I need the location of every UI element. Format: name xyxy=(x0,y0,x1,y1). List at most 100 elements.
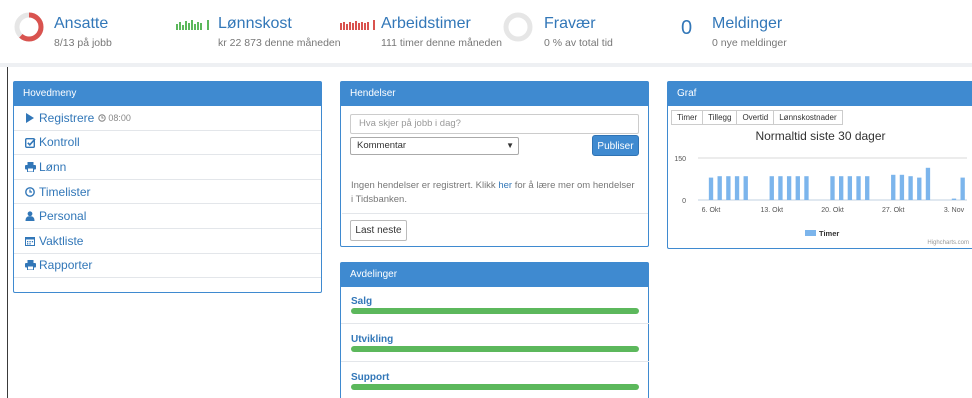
stat-arbeidstimer-title: Arbeidstimer xyxy=(381,15,471,32)
menu-item-registrere[interactable]: Registrere 08:00 xyxy=(14,106,321,131)
chart-bar xyxy=(795,176,800,200)
tab-timer[interactable]: Timer xyxy=(671,110,704,125)
legend-swatch xyxy=(805,230,816,236)
menu-item-timelister[interactable]: Timelister xyxy=(14,180,321,205)
department-row-utvikling[interactable]: Utvikling xyxy=(341,325,649,362)
events-empty-message: Ingen hendelser er registrert. Klikk her… xyxy=(351,179,636,207)
stat-fravaer-sub: 0 % av total tid xyxy=(544,37,613,49)
chart-bar xyxy=(743,176,748,200)
chart-bar xyxy=(708,177,714,200)
hours-bar-chart: 150 0 6. Okt 13. Okt 20. Okt 27. Okt 3. Nov Tim… xyxy=(674,156,967,238)
graph-header: Graf xyxy=(668,82,972,106)
publish-button[interactable]: Publiser xyxy=(592,135,639,156)
page-left-border xyxy=(7,67,8,398)
menu-item-kontroll[interactable]: Kontroll xyxy=(14,131,321,156)
x-tick-label: 20. Okt xyxy=(821,207,844,214)
menu-item-personal[interactable]: Personal xyxy=(14,204,321,229)
department-progress-bar xyxy=(351,308,639,314)
stat-fravaer-title: Fravær xyxy=(544,15,596,32)
stat-ansatte[interactable]: Ansatte 8/13 på jobb xyxy=(14,12,174,52)
graph-tabs: Timer Tillegg Overtid Lønnskostnader xyxy=(671,110,843,125)
chart-bar xyxy=(891,174,896,200)
meldinger-count: 0 xyxy=(681,17,693,39)
menu-item-lonn[interactable]: Lønn xyxy=(14,155,321,180)
chart-bar xyxy=(908,176,913,200)
chart-bar xyxy=(717,176,722,200)
chart-bar xyxy=(769,176,774,200)
chart-bar xyxy=(830,176,835,200)
stat-fravaer[interactable]: Fravær 0 % av total tid xyxy=(503,12,653,52)
department-name: Salg xyxy=(351,296,373,307)
chart-bar xyxy=(839,176,844,200)
events-info-before: Ingen hendelser er registrert. Klikk xyxy=(351,180,496,191)
departments-panel: Avdelinger Salg Utvikling Support xyxy=(340,262,649,398)
stat-meldinger-title: Meldinger xyxy=(712,15,783,32)
x-tick-label: 3. Nov xyxy=(944,207,965,214)
stat-ansatte-title: Ansatte xyxy=(54,15,109,32)
lonnskost-bars-icon xyxy=(176,20,209,30)
chart-title: Normaltid siste 30 dager xyxy=(755,129,886,143)
stat-lonnskost[interactable]: Lønnskost kr 22 873 denne måneden xyxy=(176,12,341,52)
stat-meldinger[interactable]: 0 Meldinger 0 nye meldinger xyxy=(681,12,811,52)
department-row-support[interactable]: Support xyxy=(341,363,649,398)
arbeidstimer-bars-icon xyxy=(340,20,375,30)
main-menu-panel: Hovedmeny Registrere 08:00 Kontroll Lønn… xyxy=(13,81,322,293)
events-separator xyxy=(342,213,648,214)
registrere-time-text: 08:00 xyxy=(108,112,131,123)
chart-bar xyxy=(726,176,731,200)
tab-lonnskostnader[interactable]: Lønnskostnader xyxy=(774,110,843,125)
graph-panel: Graf Timer Tillegg Overtid Lønnskostnade… xyxy=(667,81,972,249)
event-type-select[interactable]: Kommentar ▼ xyxy=(350,137,519,155)
print-icon xyxy=(23,260,37,271)
clock-icon xyxy=(98,114,107,122)
menu-item-label: Registrere xyxy=(39,110,95,125)
menu-item-label: Kontroll xyxy=(39,135,80,150)
department-progress-bar xyxy=(351,384,639,390)
main-menu-header: Hovedmeny xyxy=(14,82,321,106)
menu-item-label: Personal xyxy=(39,209,87,224)
stat-lonnskost-title: Lønnskost xyxy=(218,15,292,32)
menu-item-label: Timelister xyxy=(39,184,91,199)
y-tick-label: 150 xyxy=(674,156,686,163)
department-row-salg[interactable]: Salg xyxy=(341,287,649,324)
stat-ansatte-sub: 8/13 på jobb xyxy=(54,37,112,49)
checkbox-icon xyxy=(23,137,37,148)
chart-bar xyxy=(917,177,922,200)
event-type-value: Kommentar xyxy=(357,140,407,151)
tab-tillegg[interactable]: Tillegg xyxy=(703,110,738,125)
dropdown-arrow-icon: ▼ xyxy=(506,141,514,150)
print-icon xyxy=(23,161,37,172)
x-tick-label: 13. Okt xyxy=(760,207,783,214)
ansatte-donut-icon xyxy=(14,12,44,42)
departments-header: Avdelinger xyxy=(341,263,648,287)
department-name: Support xyxy=(351,372,390,383)
calendar-icon xyxy=(23,236,37,246)
user-icon xyxy=(23,211,37,222)
chart-credit[interactable]: Highcharts.com xyxy=(927,240,969,246)
chart-bar xyxy=(778,176,783,200)
chart-bar xyxy=(847,176,853,200)
y-tick-label: 0 xyxy=(682,198,686,205)
department-progress-bar xyxy=(351,346,639,352)
chart-bar xyxy=(865,176,870,200)
legend-label: Timer xyxy=(819,229,839,238)
menu-item-label: Vaktliste xyxy=(39,233,84,248)
load-more-button[interactable]: Last neste xyxy=(350,220,407,241)
stat-arbeidstimer-sub: 111 timer denne måneden xyxy=(381,37,503,49)
event-text-input[interactable]: Hva skjer på jobb i dag? xyxy=(350,114,639,134)
clock-icon xyxy=(23,186,37,197)
stats-bar: Ansatte 8/13 på jobb Lønnskost kr 22 873… xyxy=(0,0,972,62)
tab-overtid[interactable]: Overtid xyxy=(737,110,775,125)
stat-arbeidstimer[interactable]: Arbeidstimer 111 timer denne måneden xyxy=(340,12,505,52)
menu-item-rapporter[interactable]: Rapporter xyxy=(14,254,321,279)
chart-bar xyxy=(804,176,809,200)
chart-bar xyxy=(856,176,861,200)
chart-bar xyxy=(925,167,931,200)
menu-item-label: Rapporter xyxy=(39,258,93,273)
fravaer-donut-icon xyxy=(503,12,533,42)
header-divider xyxy=(0,63,972,67)
events-info-link[interactable]: her xyxy=(498,180,512,191)
menu-item-vaktliste[interactable]: Vaktliste xyxy=(14,229,321,254)
x-tick-label: 6. Okt xyxy=(702,207,721,214)
chart-bar xyxy=(951,198,957,200)
